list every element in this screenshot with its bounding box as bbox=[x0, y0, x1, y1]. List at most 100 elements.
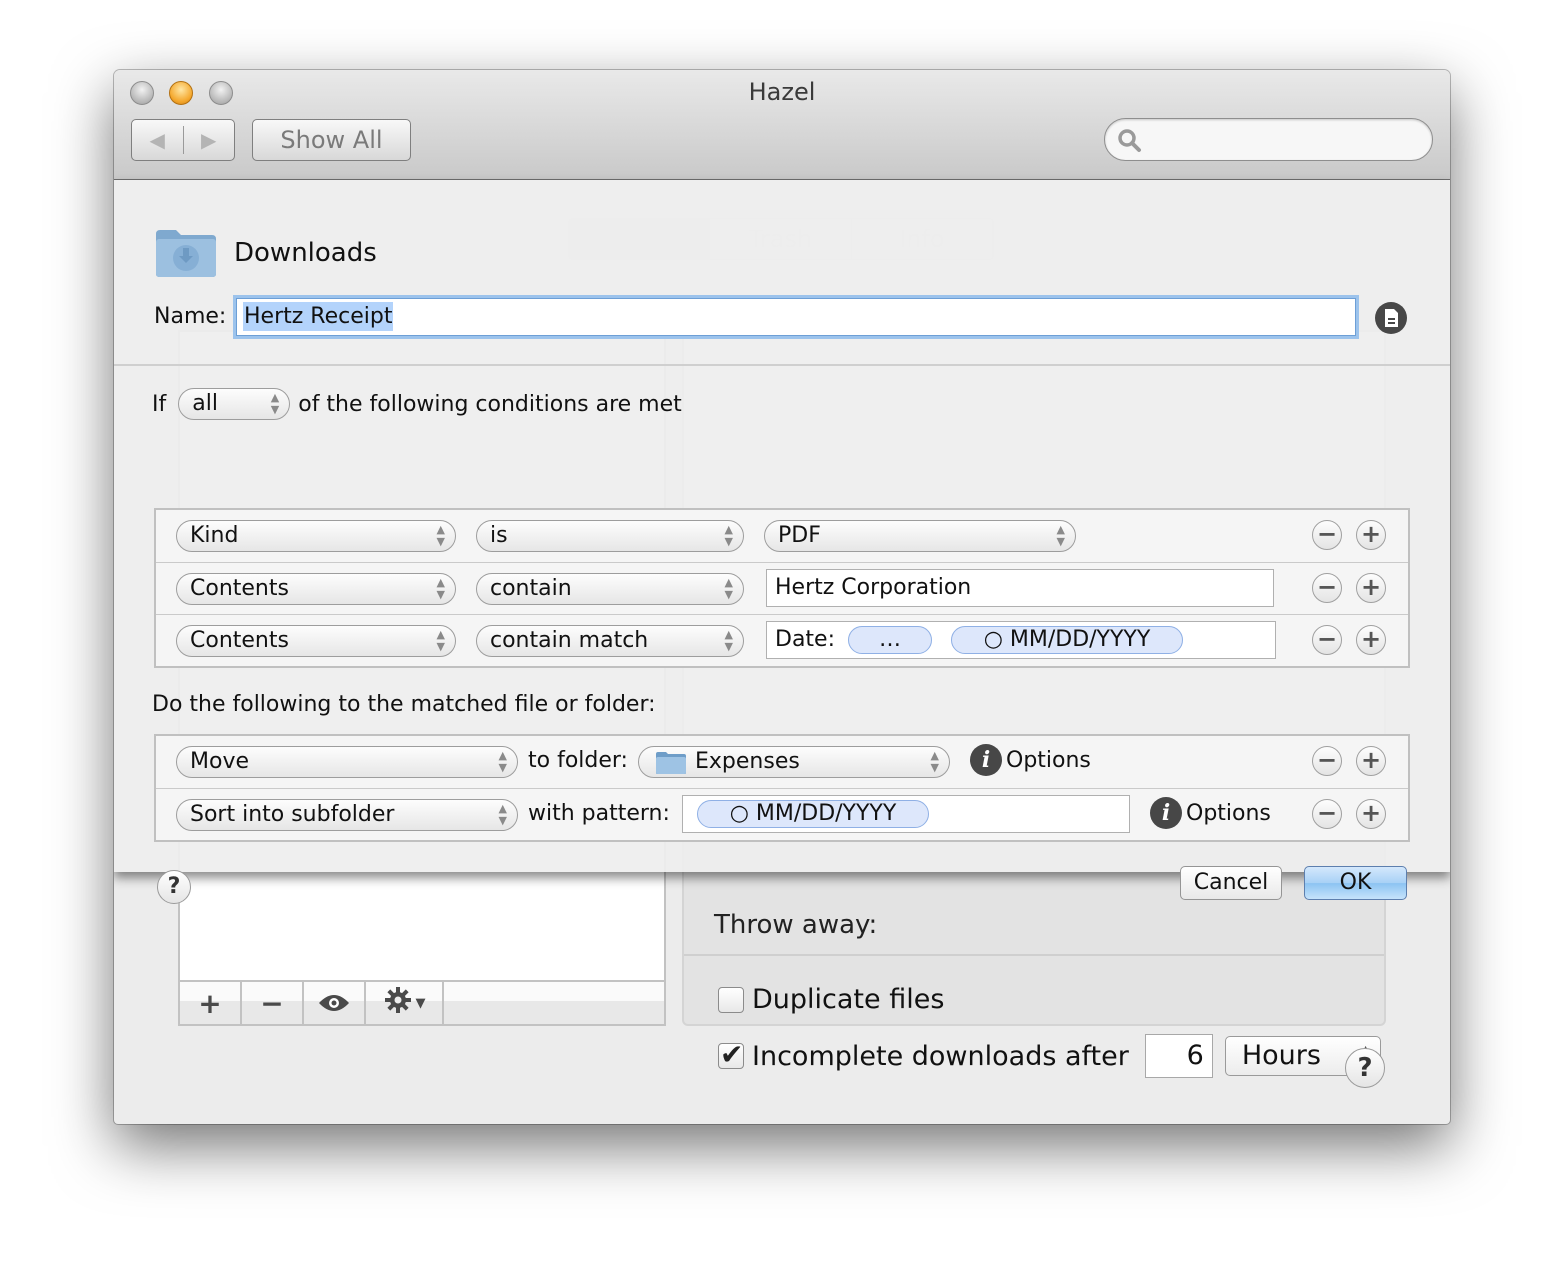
eye-icon bbox=[318, 987, 350, 1020]
info-icon[interactable]: i bbox=[970, 744, 1002, 776]
conditions-box: Kind ▲▼ is ▲▼ PDF ▲▼ − + Contents ▲▼ bbox=[154, 508, 1410, 668]
pattern-token-any[interactable]: … bbox=[848, 626, 932, 654]
if-label: If bbox=[152, 391, 167, 417]
options-button[interactable]: Options bbox=[1006, 748, 1091, 773]
condition-attribute-popup[interactable]: Kind ▲ ▼ bbox=[176, 520, 456, 552]
remove-action-button[interactable]: − bbox=[1312, 746, 1342, 776]
search-icon bbox=[1117, 128, 1143, 158]
toolbar: Hazel ◀ ▶ Show All bbox=[114, 70, 1450, 180]
action-type-popup[interactable]: Sort into subfolder ▲ ▼ bbox=[176, 799, 518, 831]
updown-arrows-icon: ▲▼ bbox=[436, 523, 445, 548]
condition-operator-value: is bbox=[490, 523, 508, 548]
rule-name-field[interactable]: Hertz Receipt bbox=[236, 298, 1356, 336]
updown-arrows-icon: ▲▼ bbox=[724, 576, 733, 601]
match-mode-row: If all ▲ ▼ of the following conditions ar… bbox=[152, 388, 682, 420]
rule-editor-sheet: Downloads Name: Hertz Receipt If all ▲ ▼ … bbox=[114, 180, 1450, 904]
remove-condition-button[interactable]: − bbox=[1312, 573, 1342, 603]
add-condition-button[interactable]: + bbox=[1356, 625, 1386, 655]
rule-name-value: Hertz Receipt bbox=[243, 302, 394, 331]
pattern-token-date[interactable]: ○ MM/DD/YYYY bbox=[697, 800, 929, 828]
action-type-value: Sort into subfolder bbox=[190, 802, 395, 827]
condition-value: PDF bbox=[778, 523, 821, 548]
downloads-folder-icon bbox=[154, 228, 218, 278]
condition-row: Contents ▲ ▼ contain match ▲ ▼ Date: … ○ M… bbox=[156, 614, 1408, 666]
preview-button[interactable] bbox=[304, 982, 366, 1024]
incomplete-downloads-row: Incomplete downloads after 6 Hours ▲▼ bbox=[718, 1034, 1381, 1078]
duplicate-files-row: Duplicate files bbox=[718, 984, 944, 1015]
condition-value-popup[interactable]: PDF ▲ ▼ bbox=[764, 520, 1076, 552]
updown-arrows-icon: ▲▼ bbox=[436, 576, 445, 601]
folders-list-footer: + − ▼ bbox=[180, 980, 664, 1024]
window-title: Hazel bbox=[748, 78, 816, 106]
back-button[interactable]: ◀ bbox=[132, 128, 183, 152]
info-icon[interactable]: i bbox=[1150, 797, 1182, 829]
incomplete-downloads-checkbox[interactable] bbox=[718, 1038, 744, 1071]
actions-box: Move ▲ ▼ to folder: Expenses ▲ ▼ i Options… bbox=[154, 734, 1410, 842]
pattern-token-date[interactable]: ○ MM/DD/YYYY bbox=[951, 626, 1183, 654]
divider bbox=[684, 954, 1384, 956]
sheet-header: Downloads bbox=[154, 228, 377, 278]
target-folder-popup[interactable]: Expenses ▲ ▼ bbox=[638, 746, 950, 778]
add-folder-button[interactable]: + bbox=[180, 982, 242, 1024]
add-action-button[interactable]: + bbox=[1356, 799, 1386, 829]
duplicate-files-checkbox[interactable] bbox=[718, 986, 744, 1013]
match-mode-value: all bbox=[192, 391, 218, 416]
subfolder-pattern-field[interactable]: ○ MM/DD/YYYY bbox=[682, 795, 1130, 833]
updown-arrows-icon: ▲▼ bbox=[270, 391, 280, 416]
condition-attribute-popup[interactable]: Contents ▲ ▼ bbox=[176, 625, 456, 657]
chevron-down-icon: ▼ bbox=[415, 995, 426, 1011]
condition-text-field[interactable]: Hertz Corporation bbox=[766, 569, 1274, 607]
condition-row: Kind ▲ ▼ is ▲ ▼ PDF ▲ ▼ − + bbox=[156, 510, 1408, 562]
condition-operator-popup[interactable]: is ▲ ▼ bbox=[476, 520, 744, 552]
remove-action-button[interactable]: − bbox=[1312, 799, 1342, 829]
pattern-field[interactable]: Date: … ○ MM/DD/YYYY bbox=[766, 621, 1276, 659]
target-folder-value: Expenses bbox=[695, 749, 800, 774]
updown-arrows-icon: ▲▼ bbox=[724, 523, 733, 548]
condition-operator-popup[interactable]: contain match ▲ ▼ bbox=[476, 625, 744, 657]
sheet-help-button[interactable]: ? bbox=[157, 870, 191, 904]
forward-button[interactable]: ▶ bbox=[184, 128, 235, 152]
condition-attribute-value: Kind bbox=[190, 523, 239, 548]
options-button[interactable]: Options bbox=[1186, 801, 1271, 826]
add-action-button[interactable]: + bbox=[1356, 746, 1386, 776]
actions-label: Do the following to the matched file or … bbox=[152, 692, 656, 717]
remove-condition-button[interactable]: − bbox=[1312, 625, 1342, 655]
hazel-window: Hazel ◀ ▶ Show All Folders Trash Info + … bbox=[114, 70, 1450, 1124]
condition-operator-popup[interactable]: contain ▲ ▼ bbox=[476, 573, 744, 605]
notes-button[interactable] bbox=[1375, 302, 1407, 334]
throw-away-label: Throw away: bbox=[714, 910, 878, 940]
nav-segmented-control: ◀ ▶ bbox=[131, 119, 235, 161]
duplicate-files-label: Duplicate files bbox=[752, 984, 945, 1015]
folder-name: Downloads bbox=[234, 238, 377, 268]
updown-arrows-icon: ▲▼ bbox=[1056, 523, 1065, 548]
add-condition-button[interactable]: + bbox=[1356, 520, 1386, 550]
help-button[interactable]: ? bbox=[1345, 1048, 1385, 1088]
time-unit-value: Hours bbox=[1241, 1040, 1321, 1071]
show-all-button[interactable]: Show All bbox=[252, 119, 411, 161]
condition-attribute-value: Contents bbox=[190, 576, 289, 601]
cancel-button[interactable]: Cancel bbox=[1180, 866, 1282, 900]
settings-menu-button[interactable]: ▼ bbox=[366, 982, 444, 1024]
condition-operator-value: contain bbox=[490, 576, 572, 601]
incomplete-downloads-label: Incomplete downloads after bbox=[752, 1040, 1129, 1072]
gear-icon bbox=[383, 985, 413, 1022]
condition-attribute-popup[interactable]: Contents ▲ ▼ bbox=[176, 573, 456, 605]
add-condition-button[interactable]: + bbox=[1356, 573, 1386, 603]
conditions-suffix-label: of the following conditions are met bbox=[298, 391, 682, 417]
condition-operator-value: contain match bbox=[490, 628, 649, 653]
updown-arrows-icon: ▲▼ bbox=[436, 628, 445, 653]
action-type-popup[interactable]: Move ▲ ▼ bbox=[176, 746, 518, 778]
incomplete-downloads-amount-field[interactable]: 6 bbox=[1144, 1034, 1213, 1078]
folder-icon bbox=[655, 751, 687, 784]
pattern-prefix: Date: bbox=[775, 627, 835, 652]
document-icon bbox=[1375, 309, 1407, 338]
updown-arrows-icon: ▲▼ bbox=[930, 749, 939, 774]
ok-button[interactable]: OK bbox=[1304, 866, 1407, 900]
remove-condition-button[interactable]: − bbox=[1312, 520, 1342, 550]
match-mode-popup[interactable]: all ▲ ▼ bbox=[178, 388, 291, 420]
updown-arrows-icon: ▲▼ bbox=[724, 628, 733, 653]
updown-arrows-icon: ▲▼ bbox=[498, 749, 507, 774]
remove-folder-button[interactable]: − bbox=[242, 982, 304, 1024]
action-row: Move ▲ ▼ to folder: Expenses ▲ ▼ i Options… bbox=[156, 736, 1408, 788]
search-field[interactable] bbox=[1104, 118, 1433, 161]
